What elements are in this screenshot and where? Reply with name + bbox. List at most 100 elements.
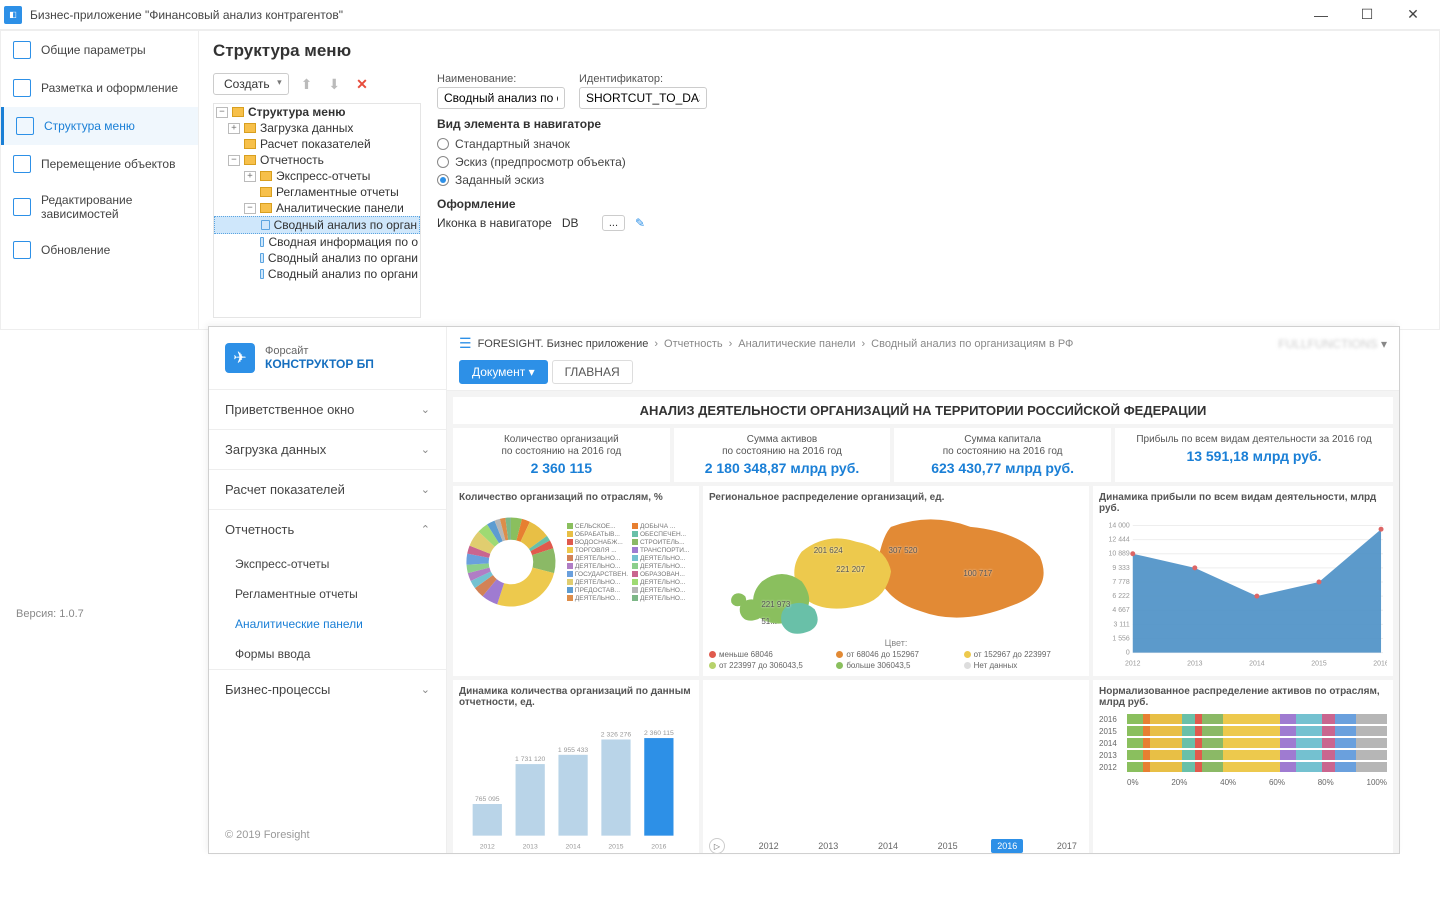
dashboard-icon — [261, 220, 270, 230]
donut-panel: Количество организаций по отраслям, % СЕ… — [453, 486, 699, 676]
delete-button[interactable]: ✕ — [352, 76, 372, 93]
name-input[interactable] — [437, 87, 565, 109]
kpi-capital: Сумма капиталапо состоянию на 2016 год62… — [894, 428, 1111, 482]
acc-bp[interactable]: Бизнес-процессы⌄ — [209, 669, 446, 709]
refresh-icon — [13, 241, 31, 259]
id-input[interactable] — [579, 87, 707, 109]
deps-icon — [13, 198, 31, 216]
tree-selected-item[interactable]: Сводный анализ по орган — [214, 216, 420, 234]
svg-text:2015: 2015 — [1311, 661, 1327, 668]
move-up-button[interactable]: ⬆ — [297, 76, 317, 93]
tab-main[interactable]: ГЛАВНАЯ — [552, 360, 633, 384]
maximize-button[interactable]: ☐ — [1344, 0, 1390, 30]
svg-text:2014: 2014 — [1249, 661, 1265, 668]
svg-text:2016: 2016 — [1373, 661, 1387, 668]
svg-text:10 889: 10 889 — [1109, 551, 1130, 558]
svg-text:2 326 276: 2 326 276 — [601, 732, 632, 739]
version-label: Версия: 1.0.7 — [16, 608, 84, 620]
svg-text:2012: 2012 — [1125, 661, 1141, 668]
svg-text:2015: 2015 — [608, 843, 623, 850]
acc-load[interactable]: Загрузка данных⌄ — [209, 429, 446, 469]
app-logo: ✈ ФорсайтКОНСТРУКТОР БП — [209, 327, 446, 389]
params-icon — [13, 41, 31, 59]
map-legend: Цвет: меньше 68046 от 68046 до 152967 от… — [709, 638, 1083, 670]
radio-custom[interactable]: Заданный эскиз — [437, 171, 1425, 189]
chevron-down-icon: ⌄ — [421, 403, 430, 416]
tab-document[interactable]: Документ ▾ — [459, 360, 548, 384]
bar-chart: 765 09520121 731 12020131 955 43320142 3… — [459, 712, 693, 853]
page-heading: Структура меню — [213, 41, 1425, 61]
stacked-panel: Нормализованное распределение активов по… — [1093, 680, 1393, 853]
properties-form: Наименование: Идентификатор: Вид элемент… — [421, 73, 1425, 318]
move-down-button[interactable]: ⬇ — [324, 76, 344, 93]
svg-text:1 731 120: 1 731 120 — [515, 756, 546, 763]
kpi-count: Количество организацийпо состоянию на 20… — [453, 428, 670, 482]
logo-icon: ✈ — [225, 343, 255, 373]
dashboard-title: АНАЛИЗ ДЕЯТЕЛЬНОСТИ ОРГАНИЗАЦИЙ НА ТЕРРИ… — [453, 397, 1393, 424]
titlebar: ◧ Бизнес-приложение "Финансовый анализ к… — [0, 0, 1440, 30]
svg-text:7 778: 7 778 — [1112, 579, 1130, 586]
svg-text:2012: 2012 — [480, 843, 495, 850]
svg-text:2014: 2014 — [565, 843, 580, 850]
bar-panel: Динамика количества организаций по данны… — [453, 680, 699, 853]
timeline-panel: ▷ 2012 2013 2014 2015 2016 2017 — [703, 680, 1089, 853]
svg-text:2016: 2016 — [651, 843, 666, 850]
acc-reports[interactable]: Отчетность⌃ — [209, 509, 446, 549]
svg-text:2 360 115: 2 360 115 — [644, 730, 674, 737]
svg-text:2013: 2013 — [523, 843, 538, 850]
dashboard-sidebar: ✈ ФорсайтКОНСТРУКТОР БП Приветственное о… — [209, 327, 447, 853]
view-section-header: Вид элемента в навигаторе — [437, 117, 1425, 131]
radio-preview[interactable]: Эскиз (предпросмотр объекта) — [437, 153, 1425, 171]
menu-icon — [16, 117, 34, 135]
sub-analytic[interactable]: Аналитические панели — [209, 609, 446, 639]
close-button[interactable]: ✕ — [1390, 0, 1436, 30]
svg-text:3 111: 3 111 — [1113, 621, 1129, 628]
id-label: Идентификатор: — [579, 73, 707, 85]
window-title: Бизнес-приложение "Финансовый анализ кон… — [30, 8, 343, 22]
app-icon: ◧ — [4, 6, 22, 24]
nav-edit-deps[interactable]: Редактирование зависимостей — [1, 183, 198, 231]
map-panel: Региональное распределение организаций, … — [703, 486, 1089, 676]
kpi-profit: Прибыль по всем видам деятельности за 20… — [1115, 428, 1393, 482]
area-chart: 01 5563 1114 6676 2227 7789 33310 88912 … — [1099, 518, 1387, 670]
kpi-assets: Сумма активовпо состоянию на 2016 год2 1… — [674, 428, 891, 482]
svg-text:0: 0 — [1126, 650, 1130, 657]
burger-icon[interactable]: ☰ — [459, 335, 472, 352]
svg-text:1 955 433: 1 955 433 — [558, 747, 589, 754]
svg-text:14 000: 14 000 — [1109, 522, 1130, 529]
acc-welcome[interactable]: Приветственное окно⌄ — [209, 389, 446, 429]
dashboard-preview-window: ✈ ФорсайтКОНСТРУКТОР БП Приветственное о… — [208, 326, 1400, 854]
icon-label: Иконка в навигаторе — [437, 216, 552, 230]
create-button[interactable]: Создать — [213, 73, 289, 95]
sub-express[interactable]: Экспресс-отчеты — [209, 549, 446, 579]
move-icon — [13, 155, 31, 173]
nav-menu-structure[interactable]: Структура меню — [1, 107, 198, 145]
edit-icon[interactable]: ✎ — [635, 216, 645, 230]
svg-text:4 667: 4 667 — [1112, 607, 1130, 614]
sub-forms[interactable]: Формы ввода — [209, 639, 446, 669]
chevron-up-icon: ⌃ — [421, 523, 430, 536]
area-panel: Динамика прибыли по всем видам деятельно… — [1093, 486, 1393, 676]
nav-layout[interactable]: Разметка и оформление — [1, 69, 198, 107]
nav-move-objects[interactable]: Перемещение объектов — [1, 145, 198, 183]
svg-text:6 222: 6 222 — [1112, 593, 1130, 600]
acc-calc[interactable]: Расчет показателей⌄ — [209, 469, 446, 509]
minimize-button[interactable]: — — [1298, 0, 1344, 30]
decor-section-header: Оформление — [437, 197, 1425, 211]
play-button[interactable]: ▷ — [709, 838, 725, 853]
donut-legend: СЕЛЬСКОЕ...ДОБЫЧА ...ОБРАБАТЫВ...ОБЕСПЕЧ… — [567, 523, 693, 602]
nav-general[interactable]: Общие параметры — [1, 31, 198, 69]
tree-toolbar: Создать ⬆ ⬇ ✕ — [213, 73, 421, 95]
nav-refresh[interactable]: Обновление — [1, 231, 198, 269]
user-menu[interactable]: FULLFUNCTIONS ▾ — [1278, 337, 1387, 351]
donut-chart — [459, 507, 563, 617]
name-label: Наименование: — [437, 73, 565, 85]
sub-reglament[interactable]: Регламентные отчеты — [209, 579, 446, 609]
svg-text:12 444: 12 444 — [1109, 537, 1130, 544]
menu-tree[interactable]: −Структура меню +Загрузка данных Расчет … — [214, 104, 420, 282]
svg-text:2013: 2013 — [1187, 661, 1203, 668]
browse-button[interactable]: ... — [602, 215, 625, 231]
radio-standard[interactable]: Стандартный значок — [437, 135, 1425, 153]
copyright: © 2019 Foresight — [209, 817, 446, 853]
svg-text:1 556: 1 556 — [1112, 635, 1130, 642]
